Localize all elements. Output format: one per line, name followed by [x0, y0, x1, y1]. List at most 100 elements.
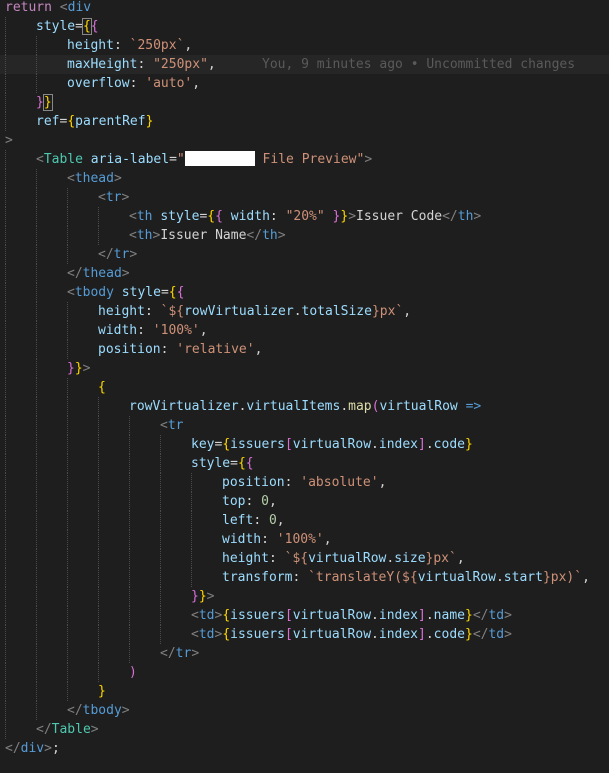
- code-line[interactable]: <td>{issuers[virtualRow.index].name}</td…: [0, 606, 609, 625]
- code-line[interactable]: <td>{issuers[virtualRow.index].code}</td…: [0, 625, 609, 644]
- code-line[interactable]: maxHeight: "250px", You, 9 minutes ago • …: [0, 55, 609, 74]
- code-line[interactable]: <tr>: [0, 188, 609, 207]
- code-line[interactable]: {: [0, 378, 609, 397]
- indent-guide: [98, 568, 99, 587]
- indent-guide: [5, 302, 6, 321]
- code-line[interactable]: key={issuers[virtualRow.index].code}: [0, 435, 609, 454]
- indent-guide: [98, 644, 99, 663]
- code-line[interactable]: ref={parentRef}: [0, 112, 609, 131]
- code-line[interactable]: <thead>: [0, 169, 609, 188]
- code-token: :: [253, 513, 269, 528]
- code-text: height: `250px`,: [67, 36, 192, 55]
- code-token: :: [269, 209, 286, 224]
- code-line[interactable]: }}: [0, 93, 609, 112]
- code-token: style: [121, 285, 161, 300]
- code-line[interactable]: overflow: 'auto',: [0, 74, 609, 93]
- code-token: 0: [268, 513, 277, 528]
- code-token: start: [503, 570, 543, 585]
- code-line[interactable]: height: `250px`,: [0, 36, 609, 55]
- indent-guide: [36, 606, 37, 625]
- code-token: {: [215, 209, 223, 224]
- code-line[interactable]: <th style={{ width: "20%" }}>Issuer Code…: [0, 207, 609, 226]
- code-line[interactable]: >: [0, 131, 609, 150]
- code-token: }: [36, 95, 44, 110]
- indent-guide: [5, 416, 6, 435]
- code-line[interactable]: width: '100%',: [0, 321, 609, 340]
- code-line[interactable]: position: 'absolute',: [0, 473, 609, 492]
- code-line[interactable]: left: 0,: [0, 511, 609, 530]
- code-text: <th>Issuer Name</th>: [129, 226, 286, 245]
- indent-guide: [36, 321, 37, 340]
- code-token: </: [442, 209, 458, 224]
- indent-guide: [5, 283, 6, 302]
- code-line[interactable]: top: 0,: [0, 492, 609, 511]
- code-token: :: [292, 570, 309, 585]
- code-token: style: [191, 456, 231, 471]
- code-line[interactable]: width: '100%',: [0, 530, 609, 549]
- code-token: ref: [36, 114, 60, 129]
- indent-guide: [67, 511, 68, 530]
- code-token: }: [464, 608, 473, 623]
- indent-guide: [67, 625, 68, 644]
- code-token: ,: [199, 323, 208, 338]
- code-token: >: [5, 133, 13, 148]
- indent-guide: [36, 511, 37, 530]
- code-line[interactable]: </thead>: [0, 264, 609, 283]
- code-line[interactable]: style={{: [0, 454, 609, 473]
- code-line[interactable]: </Table>: [0, 720, 609, 739]
- code-text: <td>{issuers[virtualRow.index].name}</td…: [191, 606, 512, 625]
- code-text: rowVirtualizer.virtualItems.map(virtualR…: [129, 397, 481, 416]
- indent-guide: [98, 511, 99, 530]
- indent-guide: [98, 473, 99, 492]
- code-line[interactable]: ): [0, 663, 609, 682]
- code-token: >: [129, 247, 138, 262]
- code-line[interactable]: return <div: [0, 0, 609, 17]
- code-token: div: [20, 741, 45, 756]
- code-line[interactable]: height: `${virtualRow.size}px`,: [0, 549, 609, 568]
- code-line[interactable]: style={{: [0, 17, 609, 36]
- code-line[interactable]: <Table aria-label=" File Preview">: [0, 150, 609, 169]
- code-line[interactable]: <th>Issuer Name</th>: [0, 226, 609, 245]
- code-line[interactable]: </tr>: [0, 245, 609, 264]
- indent-guide: [36, 226, 37, 245]
- indent-guide: [5, 150, 6, 169]
- code-line[interactable]: </div>;: [0, 739, 609, 758]
- indent-guide: [160, 568, 161, 587]
- indent-guide: [5, 549, 6, 568]
- code-token: name: [433, 608, 465, 623]
- code-line[interactable]: }}>: [0, 359, 609, 378]
- code-line[interactable]: rowVirtualizer.virtualItems.map(virtualR…: [0, 397, 609, 416]
- code-text: width: '100%',: [222, 530, 332, 549]
- code-token: [: [284, 437, 293, 452]
- code-token: <: [67, 285, 75, 300]
- code-token: style: [36, 19, 76, 34]
- indent-guide: [191, 492, 192, 511]
- indent-guide: [36, 663, 37, 682]
- code-editor[interactable]: return <div style={{height: `250px`, maxHe…: [0, 0, 609, 773]
- code-line[interactable]: transform: `translateY(${virtualRow.star…: [0, 568, 609, 587]
- code-token: key: [191, 437, 215, 452]
- code-line[interactable]: height: `${rowVirtualizer.totalSize}px`,: [0, 302, 609, 321]
- code-text: <Table aria-label=" File Preview">: [36, 150, 372, 169]
- indent-guide: [98, 663, 99, 682]
- code-line[interactable]: }: [0, 682, 609, 701]
- code-line[interactable]: </tr>: [0, 644, 609, 663]
- code-line[interactable]: }}>: [0, 587, 609, 606]
- code-token: <: [98, 190, 106, 205]
- indent-guide: [5, 74, 6, 93]
- code-line[interactable]: <tr: [0, 416, 609, 435]
- code-text: height: `${rowVirtualizer.totalSize}px`,: [98, 302, 411, 321]
- indent-guide: [129, 549, 130, 568]
- code-token: top: [222, 494, 246, 509]
- indent-guide: [5, 340, 6, 359]
- indent-guide: [36, 207, 37, 226]
- code-token: return: [5, 0, 52, 15]
- code-line[interactable]: </tbody>: [0, 701, 609, 720]
- code-line[interactable]: position: 'relative',: [0, 340, 609, 359]
- indent-guide: [98, 530, 99, 549]
- code-token: .: [495, 570, 504, 585]
- indent-guide: [5, 207, 6, 226]
- code-line[interactable]: <tbody style={{: [0, 283, 609, 302]
